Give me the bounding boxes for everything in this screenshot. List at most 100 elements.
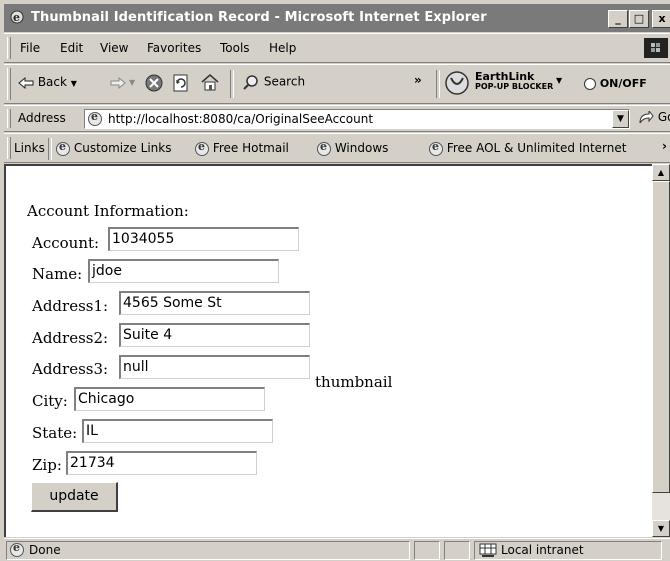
search-label: Search bbox=[263, 74, 306, 89]
link-free-aol[interactable]: Free AOL & Unlimited Internet bbox=[429, 140, 627, 156]
toolbar-chevron-icon[interactable]: » bbox=[414, 73, 422, 87]
search-icon bbox=[243, 75, 258, 90]
menu-file[interactable]: File bbox=[20, 41, 40, 55]
back-button[interactable]: Back ▼ bbox=[18, 75, 77, 89]
link-page-icon bbox=[317, 140, 331, 156]
link-windows[interactable]: Windows bbox=[317, 140, 389, 156]
on-off-toggle[interactable]: ON/OFF bbox=[584, 76, 647, 90]
stop-icon[interactable] bbox=[145, 74, 163, 92]
status-panel-empty-2 bbox=[444, 541, 470, 560]
link-label: Windows bbox=[334, 141, 389, 155]
status-panel-zone: Local intranet bbox=[474, 541, 662, 560]
earthlink-label: EarthLink bbox=[475, 70, 535, 83]
address3-label: Address3: bbox=[32, 360, 109, 378]
links-separator bbox=[48, 138, 52, 160]
address3-field[interactable]: null bbox=[119, 355, 310, 379]
refresh-icon[interactable] bbox=[172, 74, 190, 92]
home-icon[interactable] bbox=[200, 73, 220, 91]
link-page-icon bbox=[429, 140, 443, 156]
scroll-up-button[interactable]: ▲ bbox=[652, 164, 670, 181]
popup-blocker-label: POP-UP BLOCKER bbox=[475, 82, 554, 91]
forward-dropdown-icon[interactable]: ▼ bbox=[129, 78, 135, 87]
earthlink-dropdown-icon: ▼ bbox=[556, 76, 563, 85]
menu-favorites[interactable]: Favorites bbox=[147, 41, 201, 55]
links-grip bbox=[7, 137, 11, 159]
links-bar: Links Customize Links Free Hotmail Windo… bbox=[4, 133, 670, 163]
account-field[interactable]: 1034055 bbox=[108, 227, 299, 251]
windows-logo-icon bbox=[644, 38, 668, 58]
scroll-down-button[interactable]: ▼ bbox=[652, 520, 670, 537]
address-label: Address bbox=[18, 111, 66, 125]
city-field[interactable]: Chicago bbox=[74, 387, 265, 411]
name-field[interactable]: jdoe bbox=[88, 259, 279, 283]
name-label: Name: bbox=[32, 265, 83, 283]
link-page-icon bbox=[195, 140, 209, 156]
browser-window: e Thumbnail Identification Record - Micr… bbox=[0, 0, 670, 561]
links-label: Links bbox=[14, 141, 45, 155]
intranet-icon bbox=[479, 543, 497, 557]
forward-arrow-icon[interactable] bbox=[110, 77, 126, 89]
update-button[interactable]: update bbox=[31, 482, 118, 512]
menu-edit[interactable]: Edit bbox=[60, 41, 83, 55]
zip-label: Zip: bbox=[32, 456, 62, 474]
state-field[interactable]: IL bbox=[82, 419, 273, 443]
menu-tools[interactable]: Tools bbox=[220, 41, 250, 55]
account-label: Account: bbox=[32, 234, 100, 252]
zone-label: Local intranet bbox=[501, 543, 584, 557]
go-label: Go bbox=[657, 110, 670, 124]
go-button[interactable]: Go bbox=[638, 109, 670, 125]
menu-bar: File Edit View Favorites Tools Help bbox=[4, 33, 670, 63]
back-dropdown-icon: ▼ bbox=[70, 79, 77, 88]
address1-field[interactable]: 4565 Some St bbox=[119, 291, 310, 315]
address-bar: Address http://localhost:8080/ca/Origina… bbox=[4, 105, 670, 132]
standard-toolbar: Back ▼ ▼ Search » EarthLink POP-UP BLOCK… bbox=[4, 64, 670, 104]
state-label: State: bbox=[32, 424, 78, 442]
status-text: Done bbox=[29, 543, 61, 557]
address1-label: Address1: bbox=[32, 297, 109, 315]
earthlink-logo-icon bbox=[445, 71, 469, 95]
menu-help[interactable]: Help bbox=[269, 41, 296, 55]
address2-field[interactable]: Suite 4 bbox=[119, 323, 310, 347]
menu-grip bbox=[7, 37, 11, 59]
toolbar-separator bbox=[230, 70, 234, 98]
close-button[interactable]: x bbox=[652, 10, 670, 28]
thumbnail-placeholder: thumbnail bbox=[315, 373, 393, 391]
address-input[interactable]: http://localhost:8080/ca/OriginalSeeAcco… bbox=[84, 109, 630, 129]
search-button[interactable]: Search bbox=[242, 74, 305, 90]
link-label: Customize Links bbox=[73, 141, 172, 155]
links-chevron-icon[interactable]: › bbox=[662, 139, 667, 153]
page-icon bbox=[88, 110, 102, 126]
link-label: Free AOL & Unlimited Internet bbox=[446, 141, 627, 155]
address-url: http://localhost:8080/ca/OriginalSeeAcco… bbox=[108, 112, 374, 126]
on-off-label: ON/OFF bbox=[599, 77, 647, 90]
status-bar: Done Local intranet bbox=[4, 538, 670, 561]
vertical-scrollbar[interactable]: ▲ ▼ bbox=[652, 164, 670, 537]
account-info-heading: Account Information: bbox=[27, 202, 189, 220]
page-content: Account Information: Account: 1034055 Na… bbox=[4, 164, 652, 537]
radio-icon bbox=[584, 77, 596, 90]
address-dropdown-button[interactable]: ▼ bbox=[612, 110, 629, 128]
status-panel-empty-1 bbox=[414, 541, 440, 560]
link-label: Free Hotmail bbox=[212, 141, 289, 155]
scroll-thumb[interactable] bbox=[652, 181, 670, 493]
link-customize-links[interactable]: Customize Links bbox=[56, 140, 172, 156]
link-page-icon bbox=[56, 140, 70, 156]
maximize-button[interactable]: □ bbox=[629, 10, 649, 28]
go-arrow-icon bbox=[639, 109, 654, 123]
city-label: City: bbox=[32, 392, 68, 410]
link-free-hotmail[interactable]: Free Hotmail bbox=[195, 140, 289, 156]
back-arrow-icon bbox=[18, 76, 34, 89]
menu-view[interactable]: View bbox=[100, 41, 128, 55]
ie-logo-icon: e bbox=[10, 10, 24, 24]
toolbar-grip bbox=[7, 68, 11, 100]
title-bar[interactable]: e Thumbnail Identification Record - Micr… bbox=[4, 4, 670, 32]
address2-label: Address2: bbox=[32, 329, 109, 347]
zip-field[interactable]: 21734 bbox=[66, 451, 257, 475]
done-page-icon bbox=[10, 541, 24, 557]
status-panel-main: Done bbox=[6, 541, 410, 560]
window-title: Thumbnail Identification Record - Micros… bbox=[31, 10, 487, 25]
toolbar-separator-2 bbox=[436, 70, 440, 98]
svg-text:e: e bbox=[13, 11, 20, 24]
minimize-button[interactable]: _ bbox=[608, 10, 628, 28]
back-label: Back bbox=[37, 75, 67, 89]
